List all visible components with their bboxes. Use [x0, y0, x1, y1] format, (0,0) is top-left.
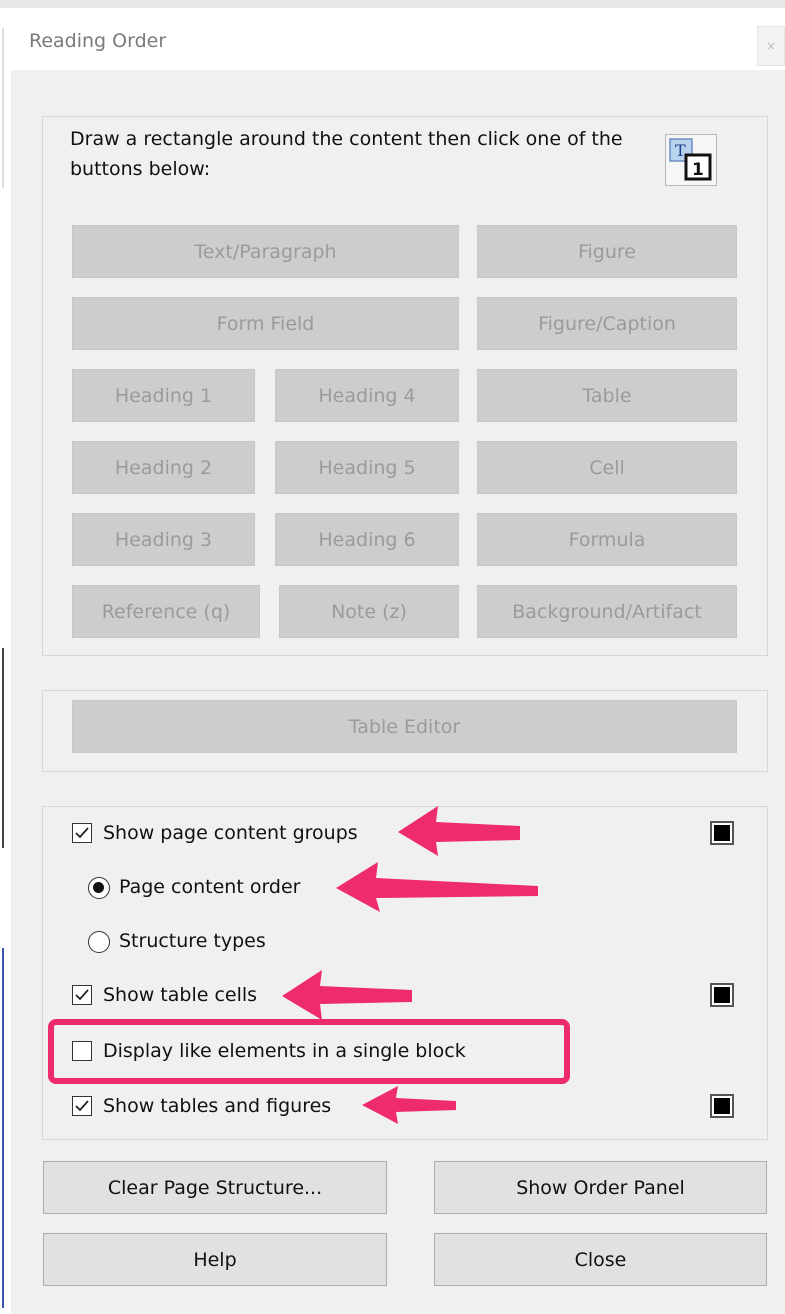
page-content-order-radio[interactable]	[88, 877, 110, 899]
instruction-text: Draw a rectangle around the content then…	[70, 128, 623, 180]
table-button[interactable]: Table	[477, 369, 737, 422]
table-editor-button[interactable]: Table Editor	[72, 700, 737, 753]
heading2-button[interactable]: Heading 2	[72, 441, 255, 494]
show-tables-and-figures-checkbox[interactable]	[72, 1096, 92, 1116]
formula-button[interactable]: Formula	[477, 513, 737, 566]
reference-button[interactable]: Reference (q)	[72, 585, 260, 638]
display-like-elements-label: Display like elements in a single block	[103, 1040, 466, 1062]
close-icon[interactable]: ×	[757, 26, 785, 66]
help-button[interactable]: Help	[43, 1233, 387, 1286]
show-table-cells-label: Show table cells	[103, 984, 258, 1006]
structure-types-label: Structure types	[119, 930, 266, 952]
checkmark-icon	[75, 827, 89, 839]
title-bar: Reading Order ×	[11, 8, 785, 70]
text-paragraph-button[interactable]: Text/Paragraph	[72, 225, 459, 278]
checkmark-icon	[75, 1100, 89, 1112]
heading3-button[interactable]: Heading 3	[72, 513, 255, 566]
show-page-content-groups-checkbox[interactable]	[72, 823, 92, 843]
page-content-groups-color-swatch[interactable]	[710, 821, 734, 845]
figure-button[interactable]: Figure	[477, 225, 737, 278]
heading1-button[interactable]: Heading 1	[72, 369, 255, 422]
dialog-title: Reading Order	[29, 30, 167, 52]
svg-text:T: T	[675, 141, 686, 160]
page-content-order-label: Page content order	[119, 876, 301, 898]
options-group	[42, 806, 768, 1140]
clear-page-structure-button[interactable]: Clear Page Structure...	[43, 1161, 387, 1214]
heading5-button[interactable]: Heading 5	[275, 441, 459, 494]
form-field-button[interactable]: Form Field	[72, 297, 459, 350]
reading-order-tag-icon[interactable]: T 1	[665, 134, 717, 186]
structure-types-radio[interactable]	[88, 931, 110, 953]
checkmark-icon	[75, 989, 89, 1001]
figure-caption-button[interactable]: Figure/Caption	[477, 297, 737, 350]
show-tables-and-figures-label: Show tables and figures	[103, 1095, 332, 1117]
tables-figures-color-swatch[interactable]	[710, 1094, 734, 1118]
background-artifact-button[interactable]: Background/Artifact	[477, 585, 737, 638]
edge-mark	[2, 948, 4, 1308]
edge-mark	[2, 28, 4, 188]
edge-mark	[2, 648, 4, 848]
heading4-button[interactable]: Heading 4	[275, 369, 459, 422]
note-button[interactable]: Note (z)	[279, 585, 459, 638]
top-strip	[0, 0, 785, 8]
background-window-edge	[0, 8, 11, 1314]
cell-button[interactable]: Cell	[477, 441, 737, 494]
show-order-panel-button[interactable]: Show Order Panel	[434, 1161, 767, 1214]
tag-icon-graphic: T 1	[669, 138, 712, 181]
table-cells-color-swatch[interactable]	[710, 983, 734, 1007]
svg-text:1: 1	[692, 160, 704, 180]
display-like-elements-checkbox[interactable]	[72, 1041, 92, 1061]
close-button[interactable]: Close	[434, 1233, 767, 1286]
heading6-button[interactable]: Heading 6	[275, 513, 459, 566]
show-table-cells-checkbox[interactable]	[72, 985, 92, 1005]
show-page-content-groups-label: Show page content groups	[103, 822, 358, 844]
